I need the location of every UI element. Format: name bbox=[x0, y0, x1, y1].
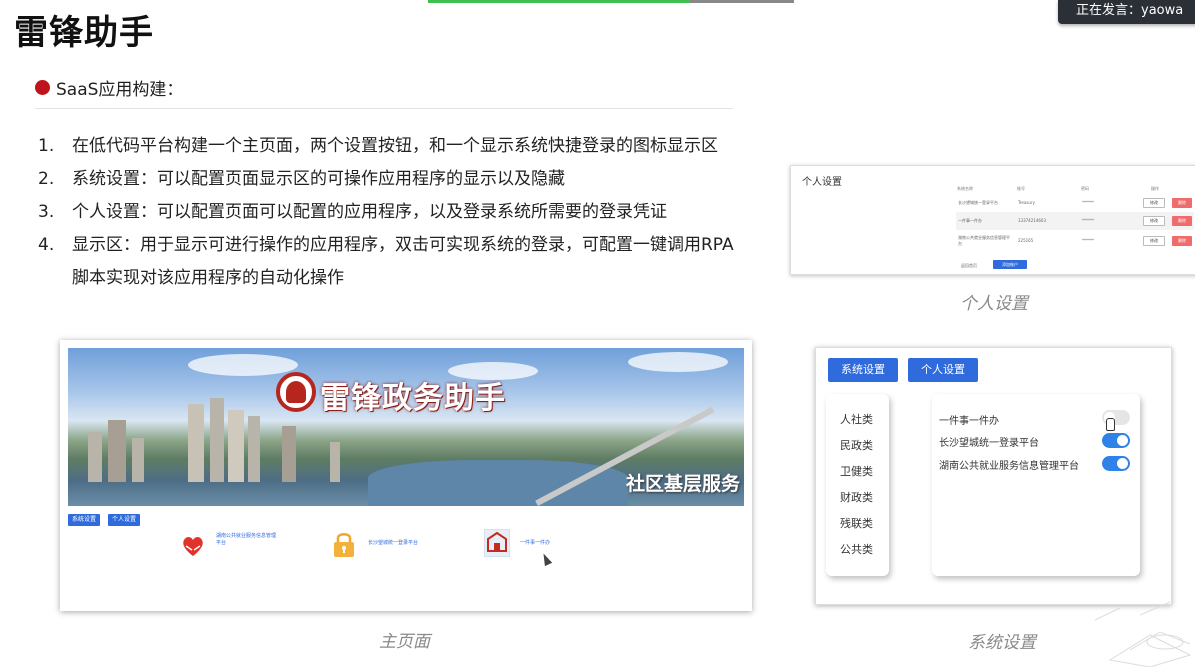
back-home-link[interactable]: 返回首页 bbox=[961, 263, 977, 269]
step-text: 在低代码平台构建一个主页面，两个设置按钮，和一个显示系统快捷登录的图标显示区 bbox=[72, 136, 718, 156]
step-item: 3. 个人设置：可以配置页面可以配置的应用程序，以及登录系统所需要的登录凭证 bbox=[38, 196, 738, 229]
system-name-cell: 湖南公共就业服务信息管理平台 bbox=[958, 235, 1010, 246]
visibility-toggle[interactable] bbox=[1102, 456, 1130, 471]
city-banner: 雷锋政务助手 社区基层服务 bbox=[68, 348, 744, 506]
account-cell: 13374214603 bbox=[1018, 218, 1046, 223]
step-number: 3. bbox=[38, 202, 55, 222]
category-item[interactable]: 卫健类 bbox=[840, 463, 873, 479]
heart-hands-icon[interactable] bbox=[180, 532, 206, 560]
building-icon[interactable] bbox=[484, 529, 510, 557]
step-item: 4. 显示区：用于显示可进行操作的应用程序，双击可实现系统的登录，可配置一键调用… bbox=[38, 229, 738, 295]
category-item[interactable]: 民政类 bbox=[840, 437, 873, 453]
step-item: 1. 在低代码平台构建一个主页面，两个设置按钮，和一个显示系统快捷登录的图标显示… bbox=[38, 130, 738, 163]
building-shape bbox=[188, 404, 204, 482]
column-header: 密码 bbox=[1081, 186, 1089, 191]
category-item[interactable]: 人社类 bbox=[840, 411, 873, 427]
banner-title: 雷锋政务助手 bbox=[320, 381, 506, 416]
tab-system-settings[interactable]: 系统设置 bbox=[828, 358, 898, 382]
section-header: SaaS应用构建： bbox=[35, 75, 183, 100]
red-bullet-icon bbox=[35, 80, 50, 95]
step-text: 系统设置：可以配置页面显示区的可操作应用程序的显示以及隐藏 bbox=[72, 169, 565, 189]
category-list: 人社类 民政类 卫健类 财政类 残联类 公共类 bbox=[826, 394, 889, 576]
mouse-cursor-icon bbox=[539, 551, 553, 567]
table-row: 一件事一件办 13374214603 ****** 修改 删除 bbox=[956, 212, 1194, 230]
speaker-status-badge: 正在发言：yaowa bbox=[1058, 0, 1195, 24]
cloud-shape bbox=[188, 354, 298, 376]
building-shape bbox=[210, 398, 224, 482]
step-text: 显示区：用于显示可进行操作的应用程序，双击可实现系统的登录，可配置一键调用RPA… bbox=[72, 235, 734, 288]
slide-title: 雷锋助手 bbox=[14, 13, 154, 53]
step-list: 1. 在低代码平台构建一个主页面，两个设置按钮，和一个显示系统快捷登录的图标显示… bbox=[38, 130, 738, 295]
category-item[interactable]: 残联类 bbox=[840, 515, 873, 531]
account-cell: Treasury bbox=[1018, 200, 1035, 205]
delete-button[interactable]: 删除 bbox=[1172, 216, 1192, 226]
system-settings-button[interactable]: 系统设置 bbox=[68, 514, 100, 526]
edit-button[interactable]: 修改 bbox=[1143, 216, 1165, 226]
app-label[interactable]: 一件事一件办 bbox=[520, 540, 570, 547]
hand-cursor-icon bbox=[1106, 418, 1115, 431]
password-cell: ****** bbox=[1082, 238, 1094, 243]
system-name-cell: 一件事一件办 bbox=[958, 218, 982, 223]
edit-button[interactable]: 修改 bbox=[1143, 198, 1165, 208]
table-row: 长沙望城统一登录平台 Treasury ****** 修改 删除 bbox=[956, 194, 1194, 212]
account-cell: 225165 bbox=[1018, 238, 1034, 243]
river-shape bbox=[368, 460, 628, 506]
app-visibility-label: 长沙望城统一登录平台 bbox=[939, 438, 1039, 449]
table-row: 湖南公共就业服务信息管理平台 225165 ****** 修改 删除 bbox=[956, 230, 1194, 252]
password-cell: ****** bbox=[1082, 200, 1094, 205]
step-number: 2. bbox=[38, 169, 55, 189]
column-header: 系统名称 bbox=[957, 186, 973, 191]
step-number: 4. bbox=[38, 235, 55, 255]
system-name-cell: 长沙望城统一登录平台 bbox=[958, 200, 998, 205]
personal-settings-screenshot: 个人设置 系统名称 账号 密码 操作 长沙望城统一登录平台 Treasury *… bbox=[790, 165, 1195, 275]
building-shape bbox=[282, 426, 296, 482]
lock-icon[interactable] bbox=[331, 530, 357, 558]
section-label: SaaS应用构建： bbox=[56, 80, 184, 100]
decorative-pattern-icon bbox=[1094, 601, 1192, 667]
column-header: 账号 bbox=[1017, 186, 1025, 191]
password-cell: ****** bbox=[1082, 218, 1094, 223]
personal-settings-button[interactable]: 个人设置 bbox=[108, 514, 140, 526]
banner-subtitle: 社区基层服务 bbox=[625, 473, 740, 495]
app-visibility-label: 一件事一件办 bbox=[939, 416, 999, 427]
building-shape bbox=[88, 432, 102, 482]
app-visibility-label: 湖南公共就业服务信息管理平台 bbox=[939, 461, 1079, 472]
building-shape bbox=[108, 420, 126, 482]
step-number: 1. bbox=[38, 136, 55, 156]
building-shape bbox=[132, 438, 144, 482]
system-settings-screenshot: 系统设置 个人设置 人社类 民政类 卫健类 财政类 残联类 公共类 一件事一件办… bbox=[815, 347, 1172, 605]
tab-personal-settings[interactable]: 个人设置 bbox=[908, 358, 978, 382]
leifeng-logo-icon bbox=[276, 372, 316, 412]
delete-button[interactable]: 删除 bbox=[1172, 236, 1192, 246]
step-text: 个人设置：可以配置页面可以配置的应用程序，以及登录系统所需要的登录凭证 bbox=[72, 202, 667, 222]
system-settings-caption: 系统设置 bbox=[968, 633, 1036, 653]
add-account-button[interactable]: 添加账户 bbox=[993, 260, 1027, 269]
step-item: 2. 系统设置：可以配置页面显示区的可操作应用程序的显示以及隐藏 bbox=[38, 163, 738, 196]
section-divider bbox=[35, 108, 733, 109]
personal-settings-title: 个人设置 bbox=[802, 177, 842, 188]
cloud-shape bbox=[628, 352, 728, 372]
main-page-caption: 主页面 bbox=[379, 632, 430, 652]
main-page-screenshot: 雷锋政务助手 社区基层服务 系统设置 个人设置 湖南公共就业服务信息管理平台 长… bbox=[60, 340, 752, 611]
delete-button[interactable]: 删除 bbox=[1172, 198, 1192, 208]
category-item[interactable]: 公共类 bbox=[840, 541, 873, 557]
edit-button[interactable]: 修改 bbox=[1143, 236, 1165, 246]
building-shape bbox=[248, 416, 260, 482]
app-label[interactable]: 湖南公共就业服务信息管理平台 bbox=[216, 533, 276, 547]
personal-settings-caption: 个人设置 bbox=[960, 294, 1028, 314]
column-header: 操作 bbox=[1151, 186, 1159, 191]
building-shape bbox=[228, 410, 244, 482]
visibility-toggle[interactable] bbox=[1102, 433, 1130, 448]
category-item[interactable]: 财政类 bbox=[840, 489, 873, 505]
meeting-share-bar-end bbox=[690, 0, 794, 3]
building-shape bbox=[330, 442, 340, 482]
app-label[interactable]: 长沙望城统一登录平台 bbox=[368, 540, 438, 547]
